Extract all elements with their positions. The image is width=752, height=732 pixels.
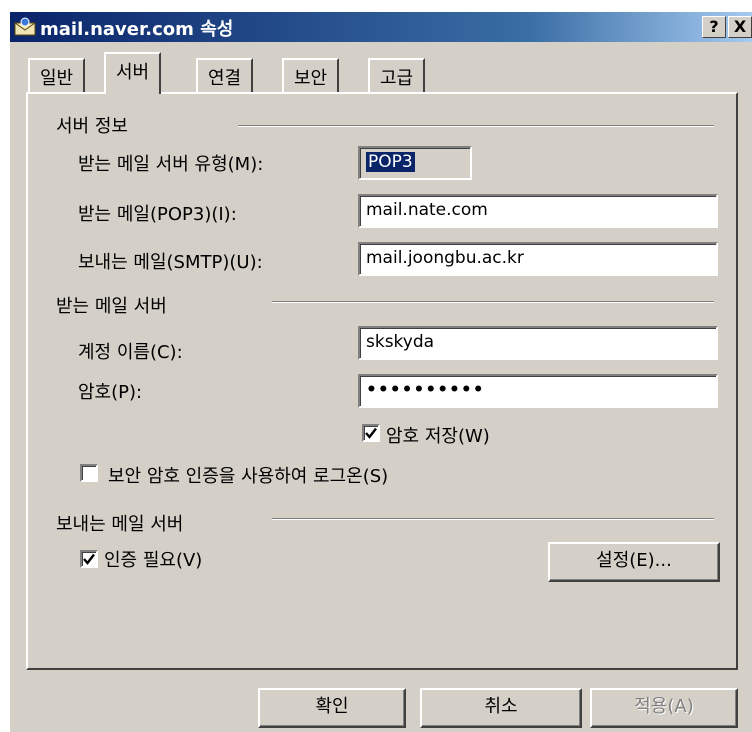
incoming-mail-label: 받는 메일(POP3)(I):	[78, 204, 237, 225]
outgoing-server-divider	[272, 518, 714, 520]
secure-password-auth-checkbox[interactable]	[80, 464, 98, 482]
close-button[interactable]: X	[728, 16, 752, 38]
password-label: 암호(P):	[78, 382, 143, 403]
secure-password-auth-label[interactable]: 보안 암호 인증을 사용하여 로그온(S)	[108, 462, 388, 488]
incoming-server-group-title: 받는 메일 서버	[56, 296, 167, 317]
auth-required-label[interactable]: 인증 필요(V)	[104, 546, 202, 572]
cancel-button[interactable]: 취소	[420, 688, 582, 728]
tab-connection[interactable]: 연결	[196, 58, 254, 92]
window-title: mail.naver.com 속성	[40, 19, 234, 40]
mail-account-icon	[14, 17, 36, 37]
top-margin	[0, 0, 752, 12]
incoming-mail-input[interactable]: mail.nate.com	[358, 194, 718, 228]
account-name-input[interactable]: skskyda	[358, 326, 718, 360]
tab-security[interactable]: 보안	[282, 58, 340, 92]
auth-required-checkbox[interactable]	[80, 550, 98, 568]
ok-button[interactable]: 확인	[258, 688, 406, 728]
apply-button[interactable]: 적용(A)	[590, 688, 738, 728]
incoming-server-type-field: POP3	[358, 146, 472, 180]
properties-dialog: mail.naver.com 속성 ? X 일반 서버 연결 보안 고급 서버 …	[0, 0, 752, 732]
incoming-server-divider	[272, 301, 714, 303]
tab-servers[interactable]: 서버	[104, 52, 162, 94]
checkmark-icon	[365, 427, 377, 439]
remember-password-checkbox[interactable]	[362, 424, 380, 442]
tab-advanced[interactable]: 고급	[368, 58, 426, 92]
remember-password-label[interactable]: 암호 저장(W)	[386, 422, 490, 448]
outgoing-mail-input[interactable]: mail.joongbu.ac.kr	[358, 242, 718, 276]
help-button[interactable]: ?	[702, 16, 726, 38]
incoming-server-type-value: POP3	[366, 152, 415, 172]
left-margin	[0, 0, 10, 732]
title-bar[interactable]: mail.naver.com 속성 ? X	[10, 12, 752, 42]
password-input[interactable]: ••••••••••	[358, 374, 718, 408]
outgoing-settings-button[interactable]: 설정(E)...	[548, 542, 720, 582]
outgoing-server-group-title: 보내는 메일 서버	[56, 514, 184, 535]
tab-general[interactable]: 일반	[28, 58, 86, 92]
server-info-divider	[238, 125, 714, 127]
server-info-group-title: 서버 정보	[56, 116, 128, 137]
outgoing-mail-label: 보내는 메일(SMTP)(U):	[78, 252, 263, 273]
incoming-server-type-label: 받는 메일 서버 유형(M):	[78, 154, 264, 175]
checkmark-icon	[83, 553, 95, 565]
account-name-label: 계정 이름(C):	[78, 342, 183, 363]
